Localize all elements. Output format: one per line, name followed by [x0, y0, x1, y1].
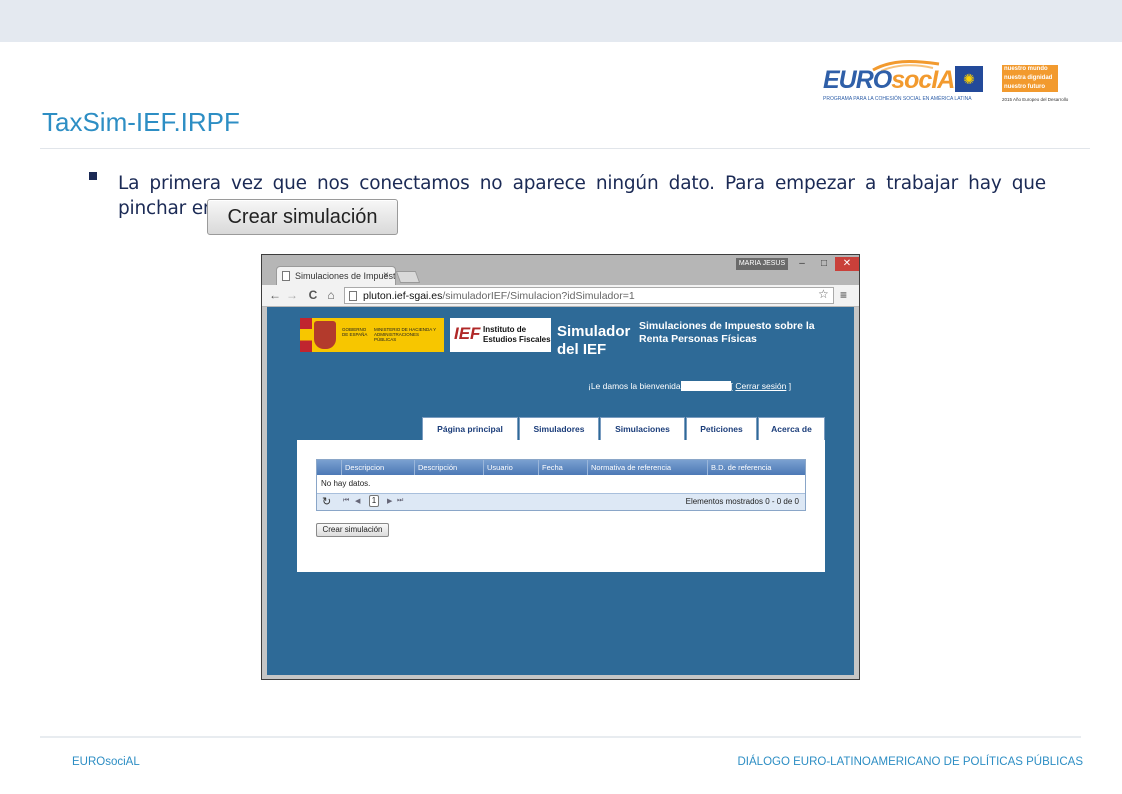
refresh-icon[interactable]: ↻ [322, 495, 331, 508]
new-tab-button[interactable] [395, 271, 421, 283]
top-band [0, 0, 1122, 42]
grid-header-cell[interactable]: Descripción [415, 460, 484, 475]
maximize-icon[interactable]: □ [813, 257, 835, 271]
footer-right-text: DIÁLOGO EURO-LATINOAMERICANO DE POLÍTICA… [737, 756, 1084, 768]
browser-tab[interactable]: Simulaciones de Impuesto × [276, 266, 396, 286]
tab-simulaciones[interactable]: Simulaciones [600, 417, 685, 440]
last-page-icon[interactable]: ⏭ [397, 497, 403, 505]
grid-pager: ↻ ⏮ ◀ 1 ▶ ⏭ Elementos mostrados 0 - 0 de… [317, 493, 805, 510]
home-icon[interactable]: ⌂ [324, 287, 338, 303]
redacted-username [680, 381, 731, 391]
slide: EUROsocIAL PROGRAMA PARA LA COHESIÓN SOC… [0, 0, 1122, 794]
forward-icon[interactable]: → [285, 287, 299, 303]
welcome-line: ¡Le damos la bienvenida[ Cerrar sesión ] [588, 381, 792, 391]
grid-empty-message: No hay datos. [321, 479, 371, 488]
current-page[interactable]: 1 [369, 495, 379, 507]
slide-title: TaxSim-IEF.IRPF [42, 107, 240, 137]
page-icon [349, 291, 357, 301]
web-page: GOBIERNO DE ESPAÑA MINISTERIO DE HACIEND… [267, 307, 854, 675]
ministerio-text: MINISTERIO DE HACIENDA Y ADMINISTRACIONE… [374, 327, 437, 342]
nuestro-mundo-logo: nuestro mundo nuestra dignidad nuestro f… [1002, 65, 1082, 107]
site-title: Simulador del IEF [557, 323, 631, 358]
tab-acerca-de[interactable]: Acerca de [758, 417, 825, 440]
grid-header-cell[interactable]: Normativa de referencia [588, 460, 708, 475]
grid-header-cell[interactable]: B.D. de referencia [708, 460, 805, 475]
grid-header-cell[interactable]: Usuario [484, 460, 539, 475]
minimize-icon[interactable]: – [791, 257, 813, 271]
title-divider [40, 148, 1090, 149]
mundo-box: nuestro mundo nuestra dignidad nuestro f… [1002, 65, 1058, 92]
ief-mark-icon: IEF [454, 324, 481, 343]
grid-count-text: Elementos mostrados 0 - 0 de 0 [685, 497, 799, 506]
eu-flag-icon: ✺ [955, 66, 983, 92]
coat-of-arms-icon [314, 321, 336, 349]
gobierno-logo: GOBIERNO DE ESPAÑA MINISTERIO DE HACIEND… [300, 318, 444, 352]
tab-simuladores[interactable]: Simuladores [519, 417, 599, 440]
tab-peticiones[interactable]: Peticiones [686, 417, 757, 440]
footer-left-text: EUROsociAL [72, 756, 140, 768]
crear-simulacion-button[interactable]: Crear simulación [316, 523, 389, 537]
crear-simulacion-callout-button[interactable]: Crear simulación [207, 199, 398, 235]
site-subtitle: Simulaciones de Impuesto sobre la Renta … [639, 320, 815, 345]
mundo-tagline: 2015 Año Europeo del Desarrollo [1002, 97, 1069, 102]
menu-icon[interactable]: ≡ [840, 288, 847, 302]
welcome-text: ¡Le damos la bienvenida [588, 381, 681, 391]
eurosocial-tagline: PROGRAMA PARA LA COHESIÓN SOCIAL EN AMÉR… [823, 96, 972, 102]
footer-divider [40, 736, 1081, 738]
grid-header-cell[interactable]: Fecha [539, 460, 588, 475]
url-path: /simuladorIEF/Simulacion?idSimulador=1 [442, 290, 635, 302]
grid-header: Descripcion Descripción Usuario Fecha No… [317, 460, 805, 475]
browser-toolbar: ← → C ⌂ pluton.ief-sgai.es/simuladorIEF/… [262, 285, 859, 307]
profile-badge[interactable]: MARIA JESUS [736, 258, 788, 270]
ief-logo: IEF Instituto de Estudios Fiscales [450, 318, 551, 352]
eurosocial-logo: EUROsocIAL PROGRAMA PARA LA COHESIÓN SOC… [823, 58, 983, 106]
back-icon[interactable]: ← [268, 287, 282, 303]
tab-close-icon[interactable]: × [383, 270, 389, 281]
next-page-icon[interactable]: ▶ [387, 497, 392, 505]
gobierno-text: GOBIERNO DE ESPAÑA [342, 327, 368, 337]
document-icon [282, 271, 290, 281]
reload-icon[interactable]: C [306, 287, 320, 303]
bookmark-star-icon[interactable]: ☆ [818, 287, 829, 301]
prev-page-icon[interactable]: ◀ [355, 497, 360, 505]
grid-header-cell[interactable]: Descripcion [342, 460, 415, 475]
logout-link[interactable]: Cerrar sesión [735, 381, 786, 391]
bullet-icon [89, 172, 97, 180]
address-bar[interactable]: pluton.ief-sgai.es/simuladorIEF/Simulaci… [344, 287, 834, 304]
flag-stripe [300, 318, 312, 352]
browser-window: Simulaciones de Impuesto × MARIA JESUS –… [261, 254, 860, 680]
eurosocial-wordmark: EUROsocIAL [823, 66, 970, 94]
url-host: pluton.ief-sgai.es [363, 290, 443, 302]
ief-text: Instituto de Estudios Fiscales [483, 325, 551, 344]
first-page-icon[interactable]: ⏮ [343, 497, 349, 505]
tab-title: Simulaciones de Impuesto [295, 271, 396, 281]
tab-pagina-principal[interactable]: Página principal [422, 417, 518, 440]
simulations-grid: Descripcion Descripción Usuario Fecha No… [316, 459, 806, 511]
grid-header-spacer [317, 460, 342, 475]
content-panel: Descripcion Descripción Usuario Fecha No… [297, 440, 825, 572]
browser-titlebar: Simulaciones de Impuesto × MARIA JESUS –… [262, 255, 859, 286]
close-icon[interactable]: ✕ [835, 257, 859, 271]
